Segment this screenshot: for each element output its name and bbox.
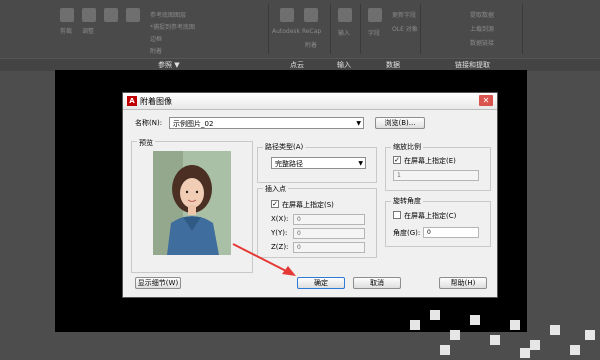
pointcloud-attach-icon[interactable] (304, 8, 318, 22)
x-label: X(X): (271, 215, 289, 223)
attach-image-dialog: A 附着图像 ✕ 名称(N): 示例图片_02 ▼ 浏览(B)... 预览 路径… (122, 92, 498, 298)
ribbon-item-adjust[interactable]: 调整 (82, 26, 94, 35)
name-value: 示例图片_02 (173, 120, 214, 128)
browse-button[interactable]: 浏览(B)... (375, 117, 425, 129)
rotation-specify-checkbox[interactable] (393, 211, 401, 219)
autocad-logo-icon: A (127, 96, 137, 106)
preview-image (153, 151, 231, 255)
ribbon-item-frames[interactable]: 边框 (150, 34, 162, 43)
ribbon-item-snap-underlay[interactable]: *捕捉到参考底图 (150, 22, 195, 31)
ribbon: 剪裁 调整 参考底图图层 *捕捉到参考底图 边框 附着 Autodesk ReC… (0, 0, 600, 71)
group-reference[interactable]: 参照 ▼ (158, 60, 180, 70)
chevron-down-icon[interactable]: ▼ (356, 118, 361, 130)
ribbon-item-attach[interactable]: 附着 (150, 46, 162, 55)
rotation-label: 旋转角度 (391, 196, 423, 206)
path-type-label: 路径类型(A) (263, 142, 306, 152)
preview-label: 预览 (137, 138, 155, 148)
group-data: 数据 (386, 61, 400, 69)
y-input[interactable]: 0 (293, 228, 365, 239)
field-icon[interactable] (368, 8, 382, 22)
ribbon-item-update-fields[interactable]: 更新字段 (392, 10, 416, 19)
ribbon-item-import[interactable]: 输入 (338, 28, 350, 37)
ribbon-item-extract-data[interactable]: 提取数据 (470, 10, 494, 19)
rotation-group (385, 201, 491, 247)
close-icon[interactable]: ✕ (479, 95, 493, 106)
angle-input[interactable]: 0 (423, 227, 479, 238)
attach-icon[interactable] (126, 8, 140, 22)
angle-label: 角度(G): (393, 229, 421, 237)
ribbon-item-recap[interactable]: Autodesk ReCap (272, 28, 321, 35)
ribbon-item-pc-attach[interactable]: 附着 (305, 40, 317, 49)
clip-icon[interactable] (60, 8, 74, 22)
path-type-combobox[interactable]: 完整路径 ▼ (271, 157, 366, 169)
scale-group (385, 147, 491, 191)
group-pointcloud: 点云 (290, 61, 304, 69)
watermark-mosaic (410, 290, 600, 360)
show-details-button[interactable]: 显示细节(W) (135, 277, 181, 289)
ok-button[interactable]: 确定 (297, 277, 345, 289)
scale-specify-checkbox[interactable]: ✓ (393, 156, 401, 164)
import-icon[interactable] (338, 8, 352, 22)
ribbon-item-clip[interactable]: 剪裁 (60, 26, 72, 35)
group-import: 输入 (337, 61, 351, 69)
cancel-button[interactable]: 取消 (353, 277, 401, 289)
scale-specify-label: 在屏幕上指定(E) (404, 157, 456, 165)
ribbon-item-underlay-layers[interactable]: 参考底图图层 (150, 10, 186, 19)
dialog-title: 附着图像 (140, 97, 172, 106)
path-type-value: 完整路径 (275, 160, 303, 168)
y-label: Y(Y): (271, 229, 288, 237)
insertion-point-label: 插入点 (263, 184, 288, 194)
x-input[interactable]: 0 (293, 214, 365, 225)
ribbon-item-data-link[interactable]: 数据链接 (470, 38, 494, 47)
adjust-icon[interactable] (82, 8, 96, 22)
insertion-specify-checkbox[interactable]: ✓ (271, 200, 279, 208)
name-label: 名称(N): (135, 119, 163, 127)
help-button[interactable]: 帮助(H) (439, 277, 487, 289)
insertion-specify-label: 在屏幕上指定(S) (282, 201, 334, 209)
recap-icon[interactable] (280, 8, 294, 22)
ribbon-item-field[interactable]: 字段 (368, 28, 380, 37)
group-linking: 链接和提取 (455, 61, 490, 69)
z-input[interactable]: 0 (293, 242, 365, 253)
rotation-specify-label: 在屏幕上指定(C) (404, 212, 457, 220)
name-combobox[interactable]: 示例图片_02 ▼ (169, 117, 364, 129)
ribbon-item-ole[interactable]: OLE 对象 (392, 24, 418, 33)
frame-icon[interactable] (104, 8, 118, 22)
ribbon-item-upload-source[interactable]: 上载到源 (470, 24, 494, 33)
chevron-down-icon[interactable]: ▼ (358, 158, 363, 170)
annotation-arrow (232, 243, 296, 276)
dialog-titlebar[interactable]: A 附着图像 ✕ (123, 93, 497, 110)
scale-input[interactable]: 1 (393, 170, 479, 181)
scale-label: 缩放比例 (391, 142, 423, 152)
